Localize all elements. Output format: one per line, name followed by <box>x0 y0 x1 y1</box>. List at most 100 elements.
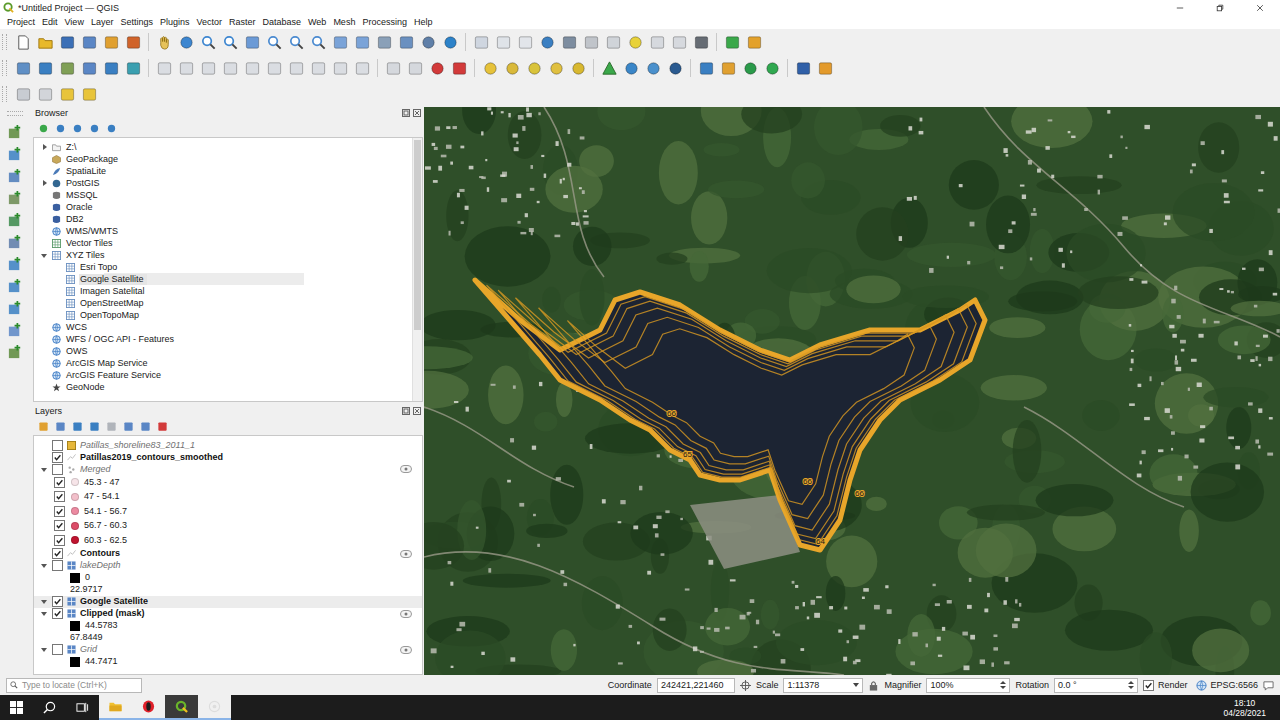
layer-row[interactable]: 22.9717 <box>34 584 422 596</box>
toolbar-button[interactable] <box>695 57 717 79</box>
browser-item[interactable]: ArcGIS Feature Service <box>34 369 412 381</box>
toolbar-grip[interactable] <box>2 34 7 50</box>
class-checkbox[interactable] <box>54 520 65 531</box>
expand-arrow-icon[interactable] <box>40 465 49 474</box>
toolbar-grip[interactable] <box>2 60 7 76</box>
toolbar-button[interactable] <box>122 57 144 79</box>
toolbar-grip[interactable] <box>7 111 23 116</box>
scale-combo[interactable]: 1:11378 <box>783 678 863 693</box>
layer-row[interactable]: 47 - 54.1 <box>34 490 422 505</box>
toolbar-button[interactable] <box>351 57 373 79</box>
browser-item[interactable]: Oracle <box>34 201 412 213</box>
panel-tool-button[interactable] <box>87 419 102 434</box>
toolbar-button[interactable] <box>78 57 100 79</box>
panel-tool-button[interactable] <box>121 419 136 434</box>
toolbar-button[interactable] <box>382 57 404 79</box>
menu-item[interactable]: Web <box>305 16 329 28</box>
toolbar-button[interactable] <box>580 31 602 53</box>
toolbar-button[interactable] <box>197 31 219 53</box>
toolbar-button[interactable] <box>122 31 144 53</box>
browser-item[interactable]: WFS / OGC API - Features <box>34 333 412 345</box>
add-layer-button[interactable] <box>4 208 26 230</box>
browser-item[interactable]: WCS <box>34 321 412 333</box>
add-layer-button[interactable] <box>4 186 26 208</box>
menu-item[interactable]: Raster <box>226 16 259 28</box>
layer-row[interactable]: Patillas2019_contours_smoothed <box>34 451 422 463</box>
toolbar-button[interactable] <box>34 31 56 53</box>
browser-item[interactable]: WMS/WMTS <box>34 225 412 237</box>
toolbar-button[interactable] <box>12 57 34 79</box>
toolbar-button[interactable] <box>717 57 739 79</box>
browser-item[interactable]: GeoNode <box>34 381 412 393</box>
scrollbar-thumb[interactable] <box>414 140 421 330</box>
toolbar-button[interactable] <box>153 31 175 53</box>
panel-tool-button[interactable] <box>36 121 51 136</box>
browser-item[interactable]: OpenStreetMap <box>34 297 412 309</box>
toolbar-button[interactable] <box>598 57 620 79</box>
toolbar-button[interactable] <box>417 31 439 53</box>
visibility-checkbox[interactable] <box>52 464 63 475</box>
toolbar-grip[interactable] <box>2 86 7 102</box>
crs-button[interactable]: EPSG:6566 <box>1196 680 1258 691</box>
toolbar-button[interactable] <box>56 83 78 105</box>
panel-tool-button[interactable] <box>155 419 170 434</box>
add-layer-button[interactable] <box>4 274 26 296</box>
layer-row[interactable]: Google Satellite <box>34 596 422 608</box>
toolbar-button[interactable] <box>285 57 307 79</box>
browser-item[interactable]: Vector Tiles <box>34 237 412 249</box>
visibility-checkbox[interactable] <box>52 644 63 655</box>
menu-item[interactable]: Processing <box>359 16 410 28</box>
render-toggle[interactable]: Render <box>1143 680 1188 691</box>
panel-tool-button[interactable] <box>104 121 119 136</box>
panel-tool-button[interactable] <box>104 419 119 434</box>
expand-arrow-icon[interactable] <box>40 143 49 152</box>
panel-tool-button[interactable] <box>70 121 85 136</box>
expand-arrow-icon[interactable] <box>40 561 49 570</box>
satellite-map[interactable]: 6665666664 <box>424 107 1280 675</box>
menu-item[interactable]: Mesh <box>330 16 358 28</box>
toolbar-button[interactable] <box>479 57 501 79</box>
toolbar-button[interactable] <box>175 57 197 79</box>
toolbar-button[interactable] <box>153 57 175 79</box>
toolbar-button[interactable] <box>743 31 765 53</box>
toolbar-button[interactable] <box>351 31 373 53</box>
toolbar-button[interactable] <box>523 57 545 79</box>
task-view-button[interactable] <box>66 695 99 720</box>
toolbar-button[interactable] <box>219 57 241 79</box>
expand-arrow-icon[interactable] <box>40 179 49 188</box>
toolbar-button[interactable] <box>263 31 285 53</box>
close-panel-icon[interactable] <box>413 407 421 415</box>
scrollbar[interactable] <box>412 138 422 401</box>
visibility-checkbox[interactable] <box>52 608 63 619</box>
close-panel-icon[interactable] <box>413 109 421 117</box>
toolbar-button[interactable] <box>34 57 56 79</box>
file-explorer-button[interactable] <box>99 695 132 720</box>
menu-item[interactable]: Vector <box>193 16 225 28</box>
add-layer-button[interactable] <box>4 340 26 362</box>
toolbar-button[interactable] <box>602 31 624 53</box>
layer-row[interactable]: Contours <box>34 548 422 560</box>
browser-item[interactable]: XYZ Tiles <box>34 249 412 261</box>
toolbar-button[interactable] <box>307 31 329 53</box>
toolbar-button[interactable] <box>536 31 558 53</box>
app-button[interactable] <box>198 695 231 720</box>
browser-item[interactable]: Imagen Satelital <box>34 285 412 297</box>
layer-indicator-icon[interactable] <box>400 610 412 618</box>
taskbar-clock[interactable]: 18:1004/28/2021 <box>1223 698 1266 718</box>
toolbar-button[interactable] <box>34 83 56 105</box>
toolbar-button[interactable] <box>404 57 426 79</box>
class-checkbox[interactable] <box>54 506 65 517</box>
expand-arrow-icon[interactable] <box>40 597 49 606</box>
toolbar-button[interactable] <box>620 57 642 79</box>
browser-item[interactable]: OpenTopoMap <box>34 309 412 321</box>
reservoir[interactable] <box>475 280 985 550</box>
toolbar-button[interactable] <box>668 31 690 53</box>
toolbar-button[interactable] <box>100 31 122 53</box>
layer-row[interactable]: Patillas_shoreline83_2011_1 <box>34 439 422 451</box>
layer-indicator-icon[interactable] <box>400 465 412 473</box>
toolbar-button[interactable] <box>12 31 34 53</box>
menu-item[interactable]: Plugins <box>157 16 193 28</box>
layer-row[interactable]: Merged <box>34 463 422 475</box>
panel-tool-button[interactable] <box>53 419 68 434</box>
layer-indicator-icon[interactable] <box>400 550 412 558</box>
